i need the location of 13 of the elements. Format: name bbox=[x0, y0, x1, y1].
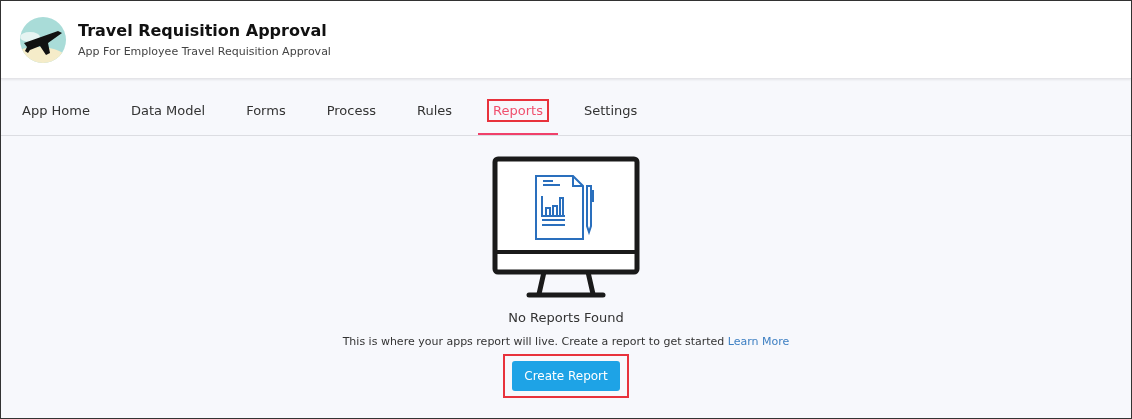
nav-tab[interactable]: App Home bbox=[7, 99, 105, 135]
monitor-report-icon bbox=[492, 156, 640, 298]
nav-tab[interactable]: Settings bbox=[568, 99, 653, 135]
empty-state-message: This is where your apps report will live. Create a report to get started Learn More bbox=[342, 335, 790, 348]
nav-tab[interactable]: Forms bbox=[231, 99, 301, 135]
learn-more-link[interactable]: Learn More bbox=[727, 335, 790, 348]
empty-state-heading: No Reports Found bbox=[508, 310, 624, 325]
nav-tab[interactable]: Rules bbox=[402, 99, 468, 135]
app-subtitle: App For Employee Travel Requisition Approval bbox=[78, 45, 331, 58]
airplane-logo-icon bbox=[20, 16, 66, 63]
app-title: Travel Requisition Approval bbox=[78, 21, 328, 40]
nav-tab[interactable]: Process bbox=[311, 99, 391, 135]
nav-tab[interactable]: Data Model bbox=[115, 99, 221, 135]
